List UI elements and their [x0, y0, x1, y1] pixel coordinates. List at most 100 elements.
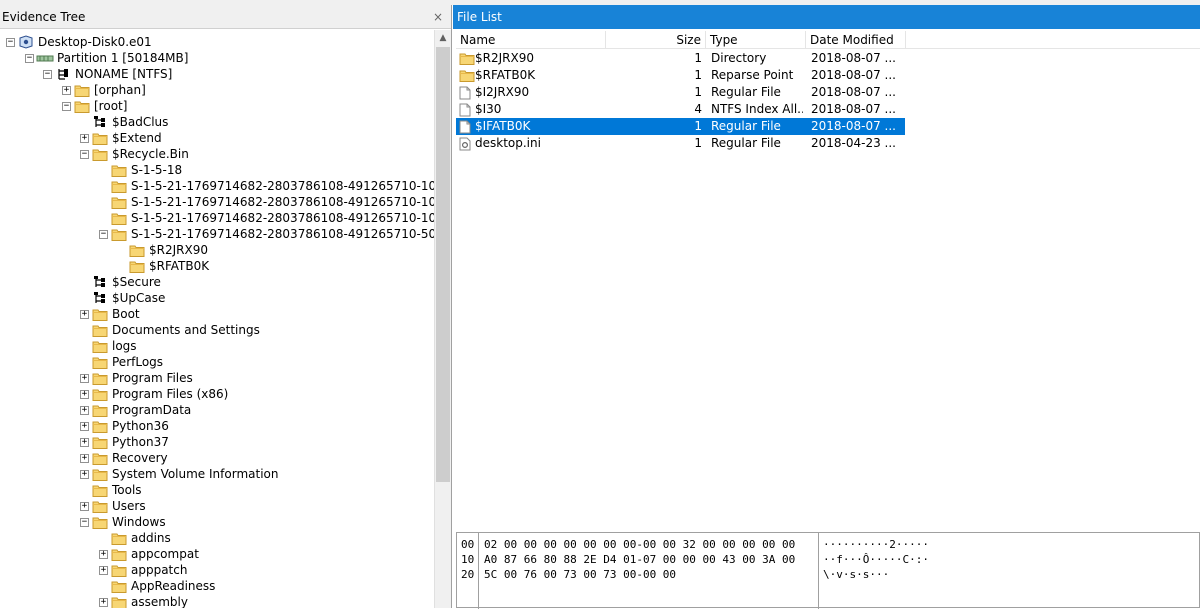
- tree-node-label: Partition 1 [50184MB]: [57, 51, 189, 65]
- expand-icon[interactable]: +: [99, 597, 108, 607]
- tree-node[interactable]: + Python37: [80, 434, 169, 450]
- tree-node[interactable]: + Recovery: [80, 450, 168, 466]
- expand-icon[interactable]: +: [80, 421, 89, 431]
- expand-icon[interactable]: +: [62, 85, 71, 95]
- expand-icon[interactable]: +: [80, 437, 89, 447]
- collapse-icon[interactable]: −: [6, 37, 15, 47]
- file-list-header: File List: [453, 5, 1200, 29]
- expand-icon[interactable]: +: [99, 565, 108, 575]
- column-name[interactable]: Name: [456, 31, 606, 49]
- tree-node[interactable]: + [orphan]: [62, 82, 146, 98]
- tree-node[interactable]: $UpCase: [80, 290, 165, 306]
- file-date-modified: 2018-08-07 ...: [811, 119, 896, 133]
- tree-node[interactable]: S-1-5-21-1769714682-2803786108-491265710…: [99, 194, 434, 210]
- folder-icon: [91, 515, 109, 529]
- partition-icon: [36, 51, 54, 65]
- tree-node[interactable]: − Desktop-Disk0.e01: [6, 34, 152, 50]
- tree-node[interactable]: Documents and Settings: [80, 322, 260, 338]
- file-row[interactable]: desktop.ini 1 Regular File 2018-04-23 ...: [456, 135, 905, 152]
- tree-node[interactable]: + assembly: [99, 594, 188, 608]
- tree-node[interactable]: S-1-5-18: [99, 162, 182, 178]
- tree-node-label: ProgramData: [112, 403, 192, 417]
- tree-scrollbar[interactable]: ▲: [434, 30, 451, 608]
- tree-node[interactable]: AppReadiness: [99, 578, 215, 594]
- scroll-up-icon[interactable]: ▲: [435, 30, 451, 47]
- collapse-icon[interactable]: −: [25, 53, 34, 63]
- hex-view[interactable]: 00 02 00 00 00 00 00 00 00-00 00 32 00 00…: [456, 532, 1200, 609]
- column-type[interactable]: Type: [706, 31, 806, 49]
- expand-icon[interactable]: +: [80, 469, 89, 479]
- tree-node[interactable]: S-1-5-21-1769714682-2803786108-491265710…: [99, 210, 434, 226]
- tree-node[interactable]: − $Recycle.Bin: [80, 146, 189, 162]
- tree-node[interactable]: logs: [80, 338, 137, 354]
- evidence-tree[interactable]: − Desktop-Disk0.e01− Partition 1 [50184MB]…: [0, 30, 434, 608]
- expand-icon[interactable]: +: [80, 309, 89, 319]
- tree-node[interactable]: + Python36: [80, 418, 169, 434]
- column-date-modified[interactable]: Date Modified: [806, 31, 906, 49]
- tree-node[interactable]: + appcompat: [99, 546, 199, 562]
- collapse-icon[interactable]: −: [62, 101, 71, 111]
- tree-node-label: PerfLogs: [112, 355, 164, 369]
- expand-icon[interactable]: +: [80, 501, 89, 511]
- file-row[interactable]: $R2JRX90 1 Directory 2018-08-07 ...: [456, 50, 905, 67]
- close-icon[interactable]: ×: [429, 10, 447, 24]
- scrollbar-thumb[interactable]: [436, 47, 450, 482]
- column-size[interactable]: Size: [606, 31, 706, 49]
- collapse-icon[interactable]: −: [43, 69, 52, 79]
- tree-node[interactable]: + $Extend: [80, 130, 162, 146]
- tree-node[interactable]: − Windows: [80, 514, 166, 530]
- tree-node[interactable]: − NONAME [NTFS]: [43, 66, 172, 82]
- file-size: 1: [694, 119, 702, 133]
- tree-node-label: appcompat: [131, 547, 199, 561]
- tree-node[interactable]: $RFATB0K: [117, 258, 209, 274]
- collapse-icon[interactable]: −: [80, 149, 89, 159]
- file-row[interactable]: $RFATB0K 1 Reparse Point 2018-08-07 ...: [456, 67, 905, 84]
- tree-node[interactable]: addins: [99, 530, 171, 546]
- tree-node[interactable]: $Secure: [80, 274, 161, 290]
- tree-node[interactable]: + Program Files: [80, 370, 193, 386]
- expand-icon[interactable]: +: [99, 549, 108, 559]
- folder-icon: [459, 52, 475, 65]
- folder-icon: [110, 579, 128, 593]
- expand-icon[interactable]: +: [80, 373, 89, 383]
- folder-icon: [91, 435, 109, 449]
- file-row[interactable]: $I2JRX90 1 Regular File 2018-08-07 ...: [456, 84, 905, 101]
- collapse-icon[interactable]: −: [99, 229, 108, 239]
- settings-file-icon: [459, 137, 471, 151]
- tree-node-label: S-1-5-21-1769714682-2803786108-491265710…: [131, 211, 434, 225]
- tree-node[interactable]: Tools: [80, 482, 142, 498]
- file-row[interactable]: $I30 4 NTFS Index All... 2018-08-07 ...: [456, 101, 905, 118]
- hex-ascii: ··f···Ô·····C·:·: [823, 553, 929, 566]
- file-date-modified: 2018-08-07 ...: [811, 85, 896, 99]
- tree-node[interactable]: − [root]: [62, 98, 127, 114]
- file-type: Directory: [711, 51, 767, 65]
- file-type: Regular File: [711, 136, 781, 150]
- expand-icon[interactable]: +: [80, 389, 89, 399]
- expand-icon[interactable]: +: [80, 405, 89, 415]
- tree-node[interactable]: − Partition 1 [50184MB]: [25, 50, 188, 66]
- tree-node-label: Program Files (x86): [112, 387, 229, 401]
- tree-node[interactable]: + apppatch: [99, 562, 187, 578]
- tree-node[interactable]: S-1-5-21-1769714682-2803786108-491265710…: [99, 178, 434, 194]
- tree-node[interactable]: + System Volume Information: [80, 466, 278, 482]
- tree-node[interactable]: + ProgramData: [80, 402, 191, 418]
- expand-icon[interactable]: +: [80, 453, 89, 463]
- tree-node[interactable]: + Users: [80, 498, 146, 514]
- collapse-icon[interactable]: −: [80, 517, 89, 527]
- tree-node[interactable]: + Program Files (x86): [80, 386, 228, 402]
- tree-node[interactable]: + Boot: [80, 306, 140, 322]
- tree-node-label: AppReadiness: [131, 579, 216, 593]
- tree-node-label: Python37: [112, 435, 169, 449]
- tree-node[interactable]: PerfLogs: [80, 354, 163, 370]
- tree-node[interactable]: $R2JRX90: [117, 242, 208, 258]
- tree-node[interactable]: $BadClus: [80, 114, 168, 130]
- file-row[interactable]: $IFATB0K 1 Regular File 2018-08-07 ...: [455, 117, 906, 136]
- folder-icon: [459, 69, 475, 82]
- expand-icon[interactable]: +: [80, 133, 89, 143]
- hex-bytes: 02 00 00 00 00 00 00 00-00 00 32 00 00 0…: [484, 538, 796, 551]
- hex-ascii: ··········2·····: [823, 538, 929, 551]
- folder-icon: [128, 243, 146, 257]
- file-name: $RFATB0K: [475, 68, 536, 82]
- tree-node[interactable]: − S-1-5-21-1769714682-2803786108-49126571…: [99, 226, 434, 242]
- hex-bytes: 5C 00 76 00 73 00 73 00-00 00: [484, 568, 677, 581]
